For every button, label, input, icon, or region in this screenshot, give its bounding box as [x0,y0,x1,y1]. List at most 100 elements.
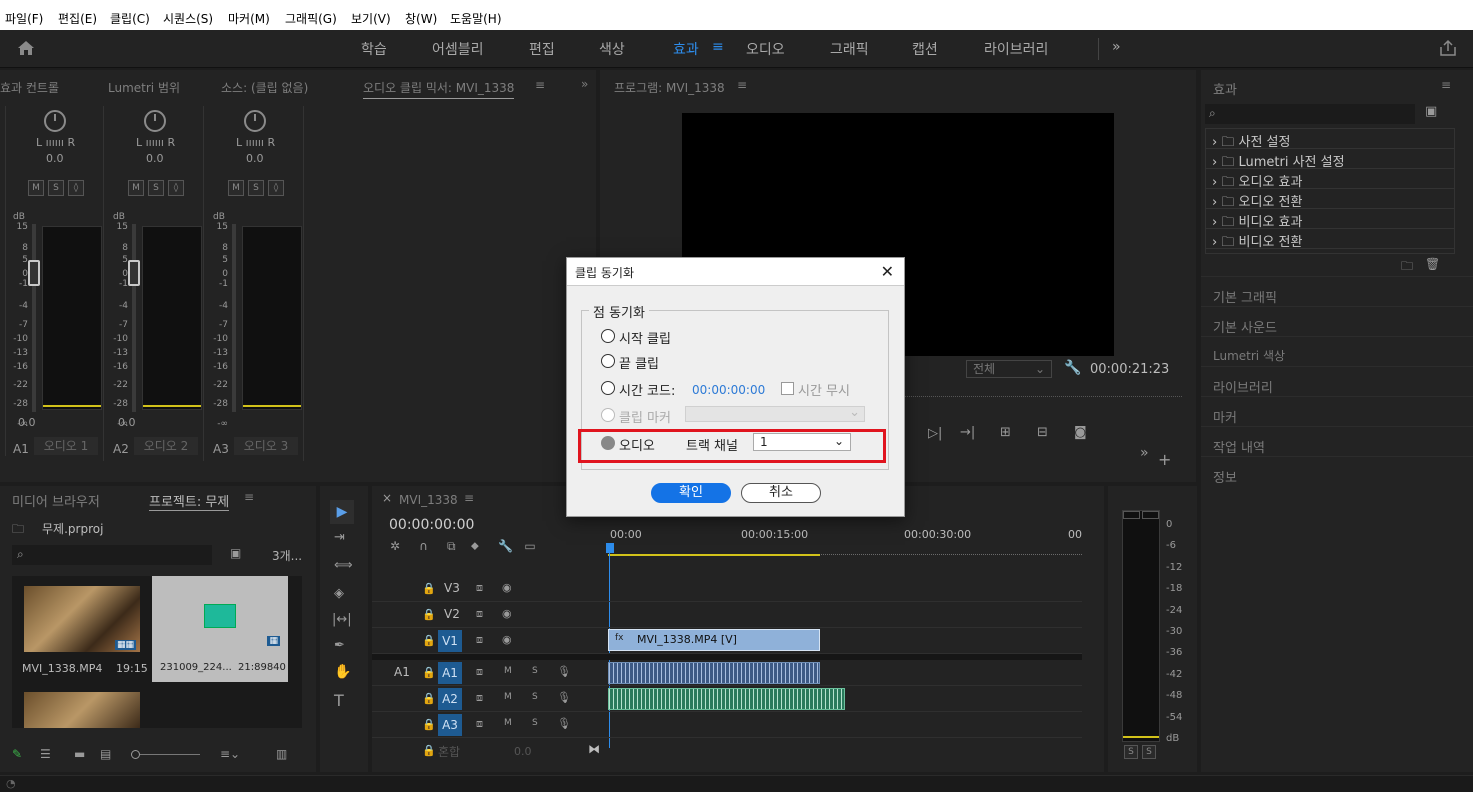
workspace-assembly[interactable]: 어셈블리 [432,39,484,59]
track-select-icon[interactable]: ⇥ [334,530,345,545]
snap-icon[interactable]: ∩ [419,539,428,553]
tree-item-audio-transitions[interactable]: › 🗀 오디오 전환 [1206,189,1454,210]
freeform-view-icon[interactable]: ▤ [100,747,111,761]
clip-thumbnail[interactable] [24,692,140,728]
workspace-menu-icon[interactable]: ≡ [712,39,724,55]
effects-title[interactable]: 효과 [1213,79,1237,98]
timeline-timecode[interactable]: 00:00:00:00 [389,517,474,533]
insert-icon[interactable]: ⊞ [1000,425,1011,440]
razor-icon[interactable]: ◈ [334,586,344,601]
tree-item-video-transitions[interactable]: › 🗀 비디오 전환 [1206,229,1454,250]
mute-button[interactable]: M [28,180,44,196]
playhead[interactable] [606,543,614,553]
microphone-icon[interactable]: 🎙 [557,717,571,730]
workspace-more-icon[interactable]: » [1112,39,1121,55]
tree-item-audio-effects[interactable]: › 🗀 오디오 효과 [1206,169,1454,190]
panel-menu-icon[interactable]: ≡ [737,78,747,92]
sort-icon[interactable]: ≡⌄ [220,747,240,761]
tab-effect-controls[interactable]: 효과 컨트롤 [0,79,59,96]
track-channel-select[interactable]: 1 ⌄ [753,433,851,451]
timeline-tab[interactable]: MVI_1338 [399,493,458,507]
section-essential-graphics[interactable]: 기본 그래픽 [1201,276,1473,306]
workspace-learn[interactable]: 학습 [361,39,387,59]
mix-value[interactable]: 0.0 [514,745,532,758]
pan-knob[interactable] [244,110,266,132]
lock-icon[interactable]: 🔒 [422,582,436,595]
tab-project[interactable]: 프로젝트: 무제 [149,491,230,511]
more-controls-icon[interactable]: » [1140,445,1149,461]
label-start-clip[interactable]: 시작 클립 [619,328,671,347]
expand-panels-icon[interactable]: » [581,77,588,91]
volume-fader[interactable] [28,260,40,286]
workspace-graphics[interactable]: 그래픽 [830,39,869,59]
pan-knob[interactable] [144,110,166,132]
mute-track-button[interactable]: M [504,692,512,702]
menu-window[interactable]: 창(W) [405,10,437,27]
sync-lock-icon[interactable]: ⧈ [476,633,483,647]
pencil-icon[interactable]: ✎ [12,747,22,761]
pan-knob[interactable] [44,110,66,132]
label-timecode[interactable]: 시간 코드: [619,380,675,399]
mute-track-button[interactable]: M [504,666,512,676]
microphone-icon[interactable]: 🎙 [557,665,571,678]
program-ruler[interactable] [900,396,1182,402]
selection-tool-icon[interactable]: ▶ [330,500,354,524]
work-area-bar[interactable] [608,554,820,556]
radio-audio[interactable] [601,436,615,450]
workspace-edit[interactable]: 편집 [529,39,555,59]
go-to-out-icon[interactable]: →| [960,425,975,440]
workspace-captions[interactable]: 캡션 [912,39,938,59]
pan-value[interactable]: 0.0 [46,152,64,165]
lock-icon[interactable]: 🔒 [422,718,436,731]
close-icon[interactable]: × [382,491,392,505]
tree-item-lumetri-presets[interactable]: › 🗀 Lumetri 사전 설정 [1206,149,1454,170]
nest-icon[interactable]: ✲ [390,539,400,553]
tab-audio-clip-mixer[interactable]: 오디오 클립 믹서: MVI_1338 [363,79,515,99]
slip-icon[interactable]: |↔| [332,612,352,627]
menu-edit[interactable]: 편집(E) [58,10,97,27]
hand-icon[interactable]: ✋ [334,664,351,680]
ripple-edit-icon[interactable]: ⟺ [334,558,353,573]
wrench-icon[interactable]: 🔧 [498,539,513,553]
label-end-clip[interactable]: 끝 클립 [619,353,659,372]
list-view-icon[interactable]: ☰ [40,747,51,761]
audio-clip-a1[interactable] [608,662,820,684]
panel-menu-icon[interactable]: ≡ [1441,78,1451,92]
track-target-a1[interactable]: A1 [438,662,462,684]
home-icon[interactable] [17,40,35,56]
tree-item-video-effects[interactable]: › 🗀 비디오 효과 [1206,209,1454,230]
tab-source[interactable]: 소스: (클립 없음) [221,79,308,96]
workspace-libraries[interactable]: 라이브러리 [984,39,1048,59]
menu-marker[interactable]: 마커(M) [228,10,270,27]
section-markers[interactable]: 마커 [1201,396,1473,426]
effects-search-input[interactable]: ⌕ [1205,104,1415,124]
pan-value[interactable]: 0.0 [146,152,164,165]
zoom-select[interactable]: 전체 ⌄ [966,360,1052,378]
trash-icon[interactable]: 🗑 [1425,257,1440,271]
menu-graphics[interactable]: 그래픽(G) [285,10,337,27]
solo-track-button[interactable]: S [532,666,538,676]
solo-right-button[interactable]: S [1142,745,1156,759]
track-target-a2[interactable]: A2 [438,688,462,710]
section-history[interactable]: 작업 내역 [1201,426,1473,456]
clip-thumbnail[interactable]: ▦▦ [24,586,140,652]
share-icon[interactable] [1439,39,1457,57]
add-marker-icon[interactable]: ⬥ [471,539,479,553]
workspace-color[interactable]: 색상 [599,39,625,59]
solo-button[interactable]: S [248,180,264,196]
mute-button[interactable]: M [128,180,144,196]
section-lumetri-color[interactable]: Lumetri 색상 [1201,336,1473,366]
source-patch[interactable]: A1 [394,665,410,679]
audio-clip-tile[interactable]: ▦ 231009_224... 21:89840 [152,576,288,682]
close-icon[interactable]: ✕ [881,262,894,281]
panel-menu-icon[interactable]: ≡ [535,78,545,92]
zoom-slider[interactable] [131,750,200,759]
solo-track-button[interactable]: S [532,718,538,728]
export-frame-icon[interactable]: ◙ [1074,425,1087,440]
sync-lock-icon[interactable]: ⧈ [476,607,483,621]
eye-icon[interactable]: ◉ [502,633,512,646]
linked-selection-icon[interactable]: ⧉ [447,539,456,553]
panel-menu-icon[interactable]: ≡ [244,490,254,504]
radio-timecode[interactable] [601,381,615,395]
tab-lumetri-scopes[interactable]: Lumetri 범위 [108,79,180,96]
